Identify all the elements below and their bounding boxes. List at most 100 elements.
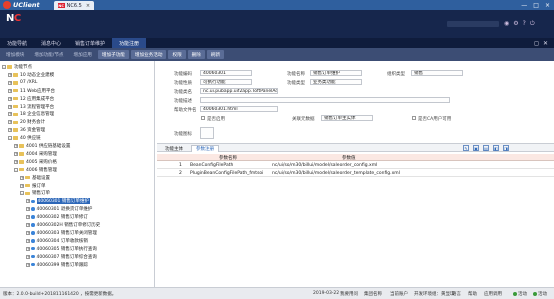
toolbar-button-1[interactable]: 增加功能/节点 <box>30 50 67 59</box>
org-field[interactable]: 销售 <box>411 70 463 76</box>
subtab-1[interactable]: 参数注册 <box>191 145 219 152</box>
subtab-0[interactable]: 功能主体 <box>161 145 187 152</box>
tree-node[interactable]: +40060303 销售订单关闭管理 <box>26 230 97 236</box>
prop-field[interactable]: 可执行功能 <box>200 79 252 85</box>
expand-icon[interactable]: + <box>26 223 30 227</box>
tree-node[interactable]: - 销售订单 <box>20 190 50 196</box>
class-field[interactable]: nc.ui.pubapp.uif2app.ToftPanelAdaptorEx <box>200 88 278 94</box>
tree-node[interactable]: +4001 供应链基础设置 <box>14 143 70 149</box>
toolbar-button-2[interactable]: 增加应用 <box>70 50 96 59</box>
expand-icon[interactable]: + <box>8 96 12 101</box>
lock-link[interactable]: 应用调用 <box>484 291 502 297</box>
param-value-cell[interactable]: nc/ui/so/m30/billui/model/saleorder_temp… <box>272 170 400 177</box>
help-link[interactable]: 帮助 <box>468 291 477 297</box>
tree-node[interactable]: + 报订单 <box>20 183 46 189</box>
user-icon[interactable]: ◉ <box>504 20 509 28</box>
expand-icon[interactable]: + <box>26 207 30 212</box>
tree-node[interactable]: +4005 采购价格 <box>14 159 57 165</box>
tree-node[interactable]: - 功能节点 <box>2 64 32 70</box>
table-row[interactable]: 2 PluginBeanConfigFilePath_fmtsoi nc/ui/so… <box>157 170 554 177</box>
help-field[interactable]: 40060301.html <box>200 106 278 112</box>
toolbar-button-4[interactable]: 增加业务活动 <box>130 50 167 59</box>
tree-node[interactable]: +11 Web应用平台 <box>8 88 55 94</box>
expand-icon[interactable]: + <box>26 246 30 251</box>
param-name-cell[interactable]: BeanConfigFilePath <box>190 162 270 169</box>
tree-node[interactable]: +40060304 订单收款核销 <box>26 238 88 244</box>
expand-icon[interactable]: + <box>20 183 24 188</box>
menu-item-1[interactable]: 消息中心 <box>34 38 68 48</box>
tree-node[interactable]: +10 动态企业建模 <box>8 72 54 78</box>
maximize-icon[interactable]: □ <box>533 2 539 9</box>
type-field[interactable]: 业务类功能 <box>310 79 362 85</box>
expand-icon[interactable]: + <box>8 104 12 109</box>
ca-checkbox[interactable] <box>412 116 416 120</box>
tree-node[interactable]: +40060399 销售订单跟踪 <box>26 262 88 268</box>
tree-node[interactable]: +4004 采购管理 <box>14 151 57 157</box>
code-field[interactable]: 40060301 <box>200 70 252 76</box>
expand-icon[interactable]: + <box>26 262 30 267</box>
enable-checkbox[interactable] <box>201 116 205 120</box>
expand-icon[interactable]: + <box>26 199 30 204</box>
expand-icon[interactable]: + <box>8 120 12 125</box>
menu-item-2[interactable]: 销售订单维护 <box>68 38 112 48</box>
tree-node[interactable]: - 4006 销售管理 <box>14 167 57 173</box>
menu-item-3[interactable]: 功能注册 <box>112 38 147 48</box>
tree-node[interactable]: +20 财务会计 <box>8 119 45 125</box>
expand-icon[interactable]: - <box>20 191 24 196</box>
lang-link[interactable]: 语言 <box>452 291 461 297</box>
menu-right-icon-1[interactable]: ✕ <box>543 40 548 47</box>
minimize-icon[interactable]: — <box>521 2 527 9</box>
tab-nc65[interactable]: NC NC6.5 × <box>53 1 95 10</box>
menu-right-icon-0[interactable]: ◻ <box>534 40 539 47</box>
expand-icon[interactable]: + <box>20 175 24 180</box>
expand-icon[interactable]: + <box>8 88 12 93</box>
table-row[interactable]: 1 BeanConfigFilePath nc/ui/so/m30/billui/m… <box>157 162 554 169</box>
tab-close-icon[interactable]: × <box>86 3 90 9</box>
tree-node[interactable]: - 40 供应链 <box>8 135 41 141</box>
tree-node[interactable]: +40060305 销售订单执行查询 <box>26 246 97 252</box>
expand-icon[interactable]: + <box>26 230 30 235</box>
toolbar-button-6[interactable]: 删除 <box>187 50 205 59</box>
expand-icon[interactable]: + <box>14 151 18 156</box>
grid-tool-icon-0[interactable]: ✎ <box>463 145 469 151</box>
tree-node[interactable]: +13 流程管理平台 <box>8 104 54 110</box>
col-param-value[interactable]: 参数值 <box>342 154 356 161</box>
desc-field[interactable] <box>200 97 450 103</box>
image-field[interactable] <box>200 127 214 139</box>
settings-icon[interactable]: ⚙ <box>513 20 518 28</box>
expand-icon[interactable]: - <box>14 167 18 172</box>
toolbar-button-3[interactable]: 增加子功能 <box>97 50 129 59</box>
expand-icon[interactable]: + <box>26 254 30 259</box>
tree-node[interactable]: +40060301 退换货订单维护 <box>26 206 92 212</box>
expand-icon[interactable]: + <box>14 144 18 148</box>
grid-tool-icon-1[interactable]: ▣ <box>473 145 479 151</box>
tree-node[interactable]: +18 企业信息管理 <box>8 111 54 117</box>
name-field[interactable]: 销售订单维护 <box>310 70 362 76</box>
help-icon[interactable]: ? <box>523 20 526 28</box>
tree-node[interactable]: +40060307 销售订单综合查询 <box>26 254 97 260</box>
tree-node[interactable]: +40060302 销售订单修订 <box>26 214 88 220</box>
tree-node[interactable]: +07 /XRL <box>8 80 37 86</box>
expand-icon[interactable]: + <box>8 128 12 133</box>
expand-icon[interactable]: + <box>8 72 12 77</box>
tree-node[interactable]: + 基础设置 <box>20 175 50 181</box>
tree-node[interactable]: +40060301 销售订单维护 <box>26 198 90 205</box>
grid-tool-icon-4[interactable]: ◨ <box>503 145 509 151</box>
param-name-cell[interactable]: PluginBeanConfigFilePath_fmtsoi <box>190 170 270 177</box>
expand-icon[interactable]: + <box>26 215 30 220</box>
grid-tool-icon-2[interactable]: ▤ <box>483 145 489 151</box>
expand-icon[interactable]: + <box>26 238 30 243</box>
tree-node[interactable]: +12 应用集成平台 <box>8 96 54 102</box>
expand-icon[interactable]: + <box>14 159 18 164</box>
toolbar-button-5[interactable]: 权限 <box>168 50 186 59</box>
search-input[interactable] <box>447 21 499 27</box>
close-icon[interactable]: × <box>545 2 550 9</box>
toolbar-button-7[interactable]: 刷新 <box>206 50 225 59</box>
grid-tool-icon-3[interactable]: ◧ <box>493 145 499 151</box>
param-value-cell[interactable]: nc/ui/so/m30/billui/model/saleorder_conf… <box>272 162 377 169</box>
exit-icon[interactable]: ⏻ <box>530 20 535 28</box>
rel-field[interactable]: 销售订单主实体 <box>321 115 373 121</box>
expand-icon[interactable]: - <box>2 65 6 69</box>
expand-icon[interactable]: + <box>8 112 12 117</box>
expand-icon[interactable]: - <box>8 136 12 141</box>
